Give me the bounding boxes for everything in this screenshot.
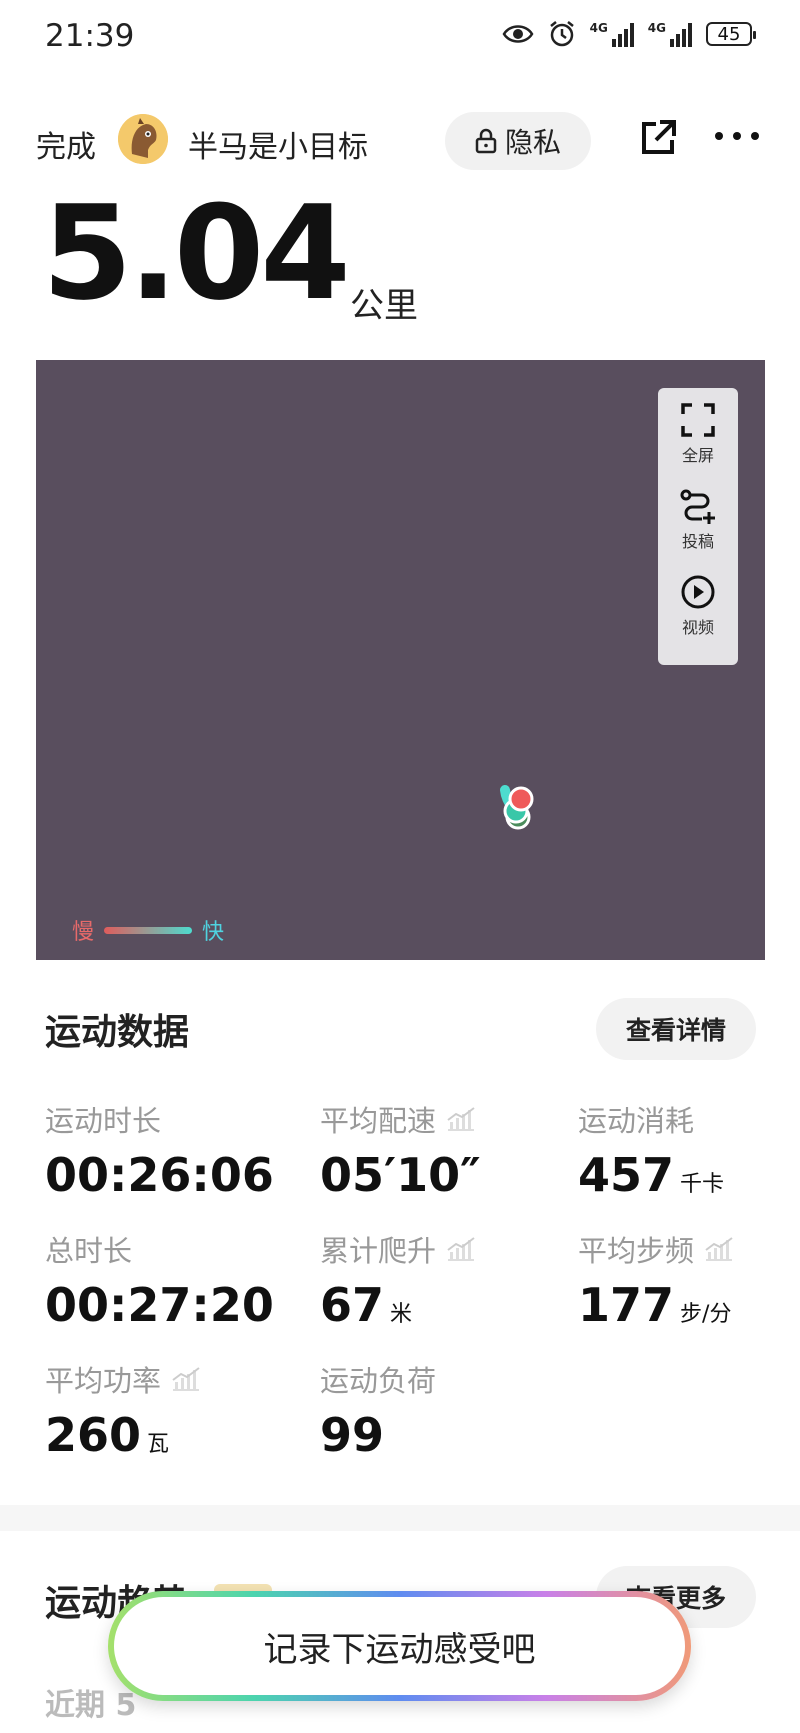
distance-unit: 公里 (350, 286, 418, 326)
signal-icon-2: 4G (648, 21, 692, 47)
privacy-label: 隐私 (504, 126, 561, 159)
route-path (346, 490, 534, 830)
stat-value: 05′10″ (320, 1148, 481, 1202)
distance-value: 5.04 (42, 177, 351, 329)
stat-duration: 运动时长 00:26:06 (45, 1098, 274, 1202)
legend-slow: 慢 (72, 920, 95, 945)
map-controls: 全屏 投稿 视频 (658, 388, 738, 665)
more-icon (715, 132, 723, 140)
share-icon (642, 120, 676, 154)
stat-value: 99 (320, 1408, 385, 1462)
alarm-icon (549, 21, 574, 47)
chart-icon (447, 1107, 475, 1131)
share-button[interactable] (638, 118, 678, 158)
submit-label: 投稿 (681, 532, 714, 551)
stat-calories: 运动消耗 457 千卡 (578, 1098, 724, 1202)
status-icons: 4G 4G 45 (502, 20, 756, 48)
stat-label: 平均功率 (45, 1364, 162, 1398)
stat-value: 00:27:20 (45, 1278, 274, 1332)
speed-legend: 慢 快 (72, 914, 224, 946)
stat-cadence[interactable]: 平均步频 177 步/分 (578, 1228, 734, 1332)
legend-fast: 快 (202, 920, 225, 945)
video-button[interactable]: 视频 (658, 574, 738, 638)
legend-gradient (104, 926, 193, 934)
battery-icon: 45 (706, 22, 756, 46)
stat-label: 运动负荷 (320, 1364, 437, 1398)
sport-data-title: 运动数据 (45, 1012, 190, 1053)
stat-label: 运动时长 (45, 1104, 162, 1138)
lock-icon (475, 128, 497, 154)
stat-label: 平均步频 (578, 1234, 695, 1268)
stat-label: 累计爬升 (320, 1234, 437, 1268)
network-label-2: 4G (647, 21, 666, 35)
view-details-button[interactable]: 查看详情 (596, 998, 756, 1060)
status-time: 21:39 (45, 18, 135, 54)
stat-value: 67 (320, 1278, 385, 1332)
stat-value: 00:26:06 (45, 1148, 274, 1202)
video-label: 视频 (681, 618, 714, 637)
stat-elevation[interactable]: 累计爬升 67 米 (320, 1228, 476, 1332)
stat-value: 177 (578, 1278, 675, 1332)
chart-icon (447, 1237, 475, 1261)
stat-total-time: 总时长 00:27:20 (45, 1228, 274, 1332)
chart-icon (172, 1367, 200, 1391)
stat-value: 260 (45, 1408, 142, 1462)
done-button[interactable]: 完成 (36, 122, 96, 166)
recent-label: 近期 5 (45, 1688, 137, 1723)
play-icon (681, 575, 715, 609)
record-feeling-label: 记录下运动感受吧 (263, 1629, 536, 1670)
privacy-button[interactable]: 隐私 (445, 112, 591, 170)
stat-unit: 瓦 (147, 1432, 170, 1457)
stat-power[interactable]: 平均功率 260 瓦 (45, 1358, 201, 1462)
record-feeling-button[interactable]: 记录下运动感受吧 (108, 1591, 691, 1701)
fullscreen-icon (681, 403, 715, 437)
stat-unit: 米 (390, 1302, 413, 1327)
route-map[interactable] (36, 360, 765, 960)
battery-level: 45 (717, 23, 741, 45)
eye-icon (502, 25, 534, 43)
submit-button[interactable]: 投稿 (658, 488, 738, 552)
network-label-1: 4G (589, 21, 608, 35)
username[interactable]: 半马是小目标 (188, 122, 368, 166)
chart-icon (705, 1237, 733, 1261)
avatar[interactable] (118, 114, 168, 164)
more-button[interactable] (715, 132, 759, 140)
stat-label: 平均配速 (320, 1104, 437, 1138)
stat-label: 运动消耗 (578, 1104, 695, 1138)
signal-icon-1: 4G (590, 21, 634, 47)
stat-load: 运动负荷 99 (320, 1358, 436, 1462)
fullscreen-label: 全屏 (681, 446, 714, 465)
stat-unit: 步/分 (680, 1302, 732, 1327)
fullscreen-button[interactable]: 全屏 (658, 402, 738, 466)
stat-pace[interactable]: 平均配速 05′10″ (320, 1098, 481, 1202)
route-submit-icon (680, 489, 715, 524)
stat-label: 总时长 (45, 1234, 133, 1268)
stat-value: 457 (578, 1148, 675, 1202)
section-divider (0, 1505, 800, 1531)
stat-unit: 千卡 (680, 1172, 725, 1197)
